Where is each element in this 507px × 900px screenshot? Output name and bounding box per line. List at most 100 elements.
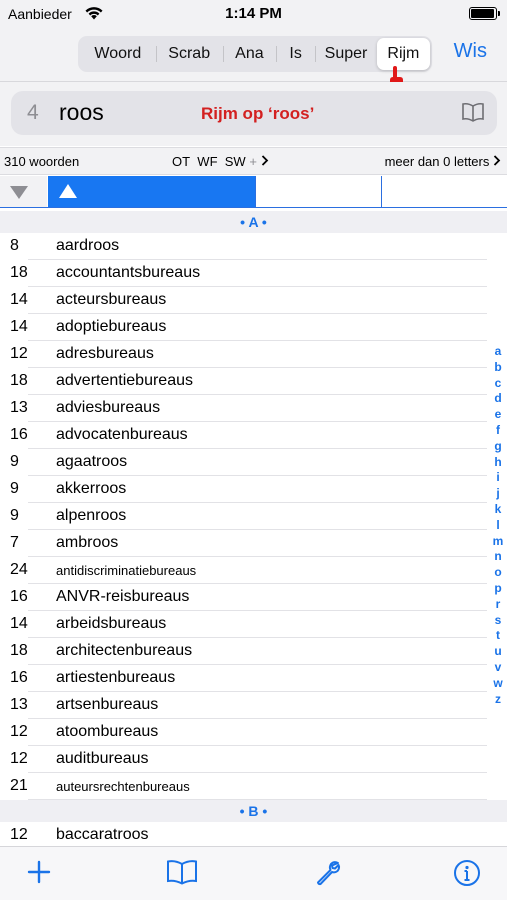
word-length: 9	[10, 453, 19, 470]
list-item[interactable]: 14 acteursbureaus	[0, 287, 507, 314]
index-letter-n[interactable]: n	[488, 549, 507, 565]
index-letter-a[interactable]: a	[488, 344, 507, 360]
index-letter-o[interactable]: o	[488, 565, 507, 581]
index-letter-p[interactable]: p	[488, 581, 507, 597]
word-length: 14	[10, 318, 28, 335]
index-letter-t[interactable]: t	[488, 628, 507, 644]
word-length: 14	[10, 615, 28, 632]
segment-super[interactable]: Super	[315, 38, 377, 70]
list-item[interactable]: 7 ambroos	[0, 530, 507, 557]
word-text: antidiscriminatiebureaus	[56, 563, 197, 578]
index-letter-m[interactable]: m	[488, 534, 507, 550]
filter-more[interactable]: +	[249, 154, 257, 169]
open-book-icon[interactable]	[461, 102, 485, 127]
word-count: 310 woorden	[4, 154, 80, 169]
word-length: 9	[10, 480, 19, 497]
index-letter-r[interactable]: r	[488, 597, 507, 613]
sort-by-length-button[interactable]	[0, 176, 48, 207]
list-item[interactable]: 12 auditbureaus	[0, 746, 507, 773]
index-letter-h[interactable]: h	[488, 455, 507, 471]
filter-sw[interactable]: SW	[225, 154, 246, 169]
list-item[interactable]: 16 ANVR-reisbureaus	[0, 584, 507, 611]
list-item[interactable]: 12 atoombureaus	[0, 719, 507, 746]
index-letter-z[interactable]: z	[488, 692, 507, 708]
open-book-icon[interactable]	[166, 859, 198, 890]
word-text: accountantsbureaus	[56, 264, 201, 281]
word-text: baccaratroos	[56, 826, 149, 843]
word-length: 12	[10, 723, 28, 740]
word-length: 18	[10, 264, 28, 281]
index-letter-c[interactable]: c	[488, 376, 507, 392]
list-item[interactable]: 13 artsenbureaus	[0, 692, 507, 719]
word-text: artiestenbureaus	[56, 669, 176, 686]
word-length: 12	[10, 345, 28, 362]
mode-segmented-control: Woord Scrab Ana Is Super Rijm	[78, 36, 432, 72]
word-text: akkerroos	[56, 480, 127, 497]
filter-wf[interactable]: WF	[197, 154, 217, 169]
index-letter-d[interactable]: d	[488, 391, 507, 407]
word-text: ambroos	[56, 534, 119, 551]
word-length: 18	[10, 642, 28, 659]
info-icon[interactable]	[453, 859, 481, 892]
index-letter-b[interactable]: b	[488, 360, 507, 376]
index-letter-i[interactable]: i	[488, 470, 507, 486]
wrench-icon[interactable]	[314, 859, 342, 892]
list-item[interactable]: 21 auteursrechtenbureaus	[0, 773, 507, 800]
list-item[interactable]: 12 baccaratroos	[0, 822, 507, 849]
word-list: • A • 8 aardroos 18 accountantsbureaus 14 act…	[0, 211, 507, 849]
word-text: architectenbureaus	[56, 642, 193, 659]
min-letters-label: meer dan 0 letters	[384, 154, 490, 169]
word-length: 21	[10, 777, 28, 794]
list-item[interactable]: 18 architectenbureaus	[0, 638, 507, 665]
list-item[interactable]: 9 agaatroos	[0, 449, 507, 476]
filter-toggle[interactable]: OT WF SW +	[172, 154, 269, 169]
sort-by-word-button[interactable]	[48, 176, 255, 207]
word-length: 16	[10, 588, 28, 605]
word-length: 13	[10, 399, 28, 416]
clear-button[interactable]: Wis	[454, 40, 487, 63]
word-text: artsenbureaus	[56, 696, 159, 713]
list-item[interactable]: 9 akkerroos	[0, 476, 507, 503]
chevron-right-icon	[493, 154, 501, 169]
index-letter-l[interactable]: l	[488, 518, 507, 534]
list-item[interactable]: 14 arbeidsbureaus	[0, 611, 507, 638]
index-letter-f[interactable]: f	[488, 423, 507, 439]
segment-is[interactable]: Is	[276, 38, 315, 70]
top-toolbar: Woord Scrab Ana Is Super Rijm Wis	[0, 28, 507, 82]
word-text: agaatroos	[56, 453, 128, 470]
index-letter-j[interactable]: j	[488, 486, 507, 502]
list-item[interactable]: 16 advocatenbureaus	[0, 422, 507, 449]
segment-woord[interactable]: Woord	[80, 38, 156, 70]
list-item[interactable]: 18 advertentiebureaus	[0, 368, 507, 395]
list-item[interactable]: 13 adviesbureaus	[0, 395, 507, 422]
min-letters-filter[interactable]: meer dan 0 letters	[385, 154, 501, 169]
index-letter-v[interactable]: v	[488, 660, 507, 676]
index-letter-u[interactable]: u	[488, 644, 507, 660]
sort-column-4[interactable]	[381, 176, 507, 207]
filter-ot[interactable]: OT	[172, 154, 190, 169]
list-item[interactable]: 24 antidiscriminatiebureaus	[0, 557, 507, 584]
list-item[interactable]: 16 artiestenbureaus	[0, 665, 507, 692]
index-letter-k[interactable]: k	[488, 502, 507, 518]
list-item[interactable]: 12 adresbureaus	[0, 341, 507, 368]
index-letter-s[interactable]: s	[488, 613, 507, 629]
index-letter-e[interactable]: e	[488, 407, 507, 423]
section-header-b: • B •	[0, 800, 507, 822]
search-term[interactable]: roos	[59, 99, 104, 126]
add-icon[interactable]	[26, 859, 52, 890]
index-letter-g[interactable]: g	[488, 439, 507, 455]
index-letter-w[interactable]: w	[488, 676, 507, 692]
list-item[interactable]: 9 alpenroos	[0, 503, 507, 530]
word-length: 16	[10, 669, 28, 686]
list-item[interactable]: 8 aardroos	[0, 233, 507, 260]
list-item[interactable]: 18 accountantsbureaus	[0, 260, 507, 287]
segment-scrab[interactable]: Scrab	[155, 38, 223, 70]
word-text: advocatenbureaus	[56, 426, 188, 443]
alphabet-index[interactable]: abcdefghijklmnoprstuvwz	[488, 344, 507, 707]
word-length: 16	[10, 426, 28, 443]
sort-column-3[interactable]	[255, 176, 381, 207]
list-item[interactable]: 14 adoptiebureaus	[0, 314, 507, 341]
search-field[interactable]: 4 roos Rijm op ‘roos’	[11, 91, 497, 135]
word-length: 9	[10, 507, 19, 524]
segment-ana[interactable]: Ana	[222, 38, 276, 70]
